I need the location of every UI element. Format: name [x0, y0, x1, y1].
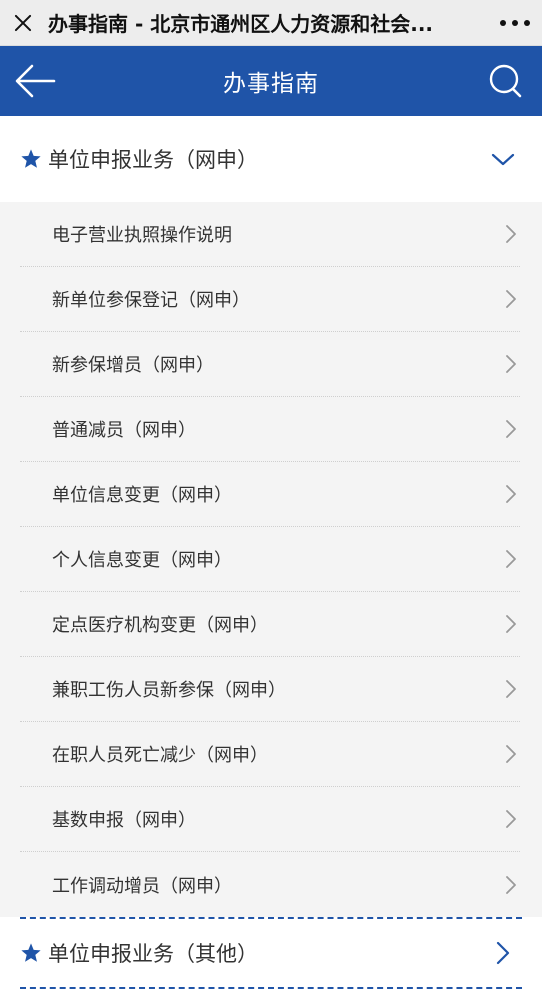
list-item-label: 在职人员死亡减少（网申）: [52, 745, 268, 766]
list-item[interactable]: 新单位参保登记（网申）: [20, 267, 520, 332]
section-header-other[interactable]: 单位申报业务（其他）: [0, 919, 542, 987]
page-header: 办事指南: [0, 46, 542, 116]
list-item[interactable]: 个人信息变更（网申）: [20, 527, 520, 592]
section-divider: [20, 987, 522, 989]
list-item[interactable]: 新参保增员（网申）: [20, 332, 520, 397]
service-list: 电子营业执照操作说明 新单位参保登记（网申） 新参保增员（网申） 普通减员（网申…: [0, 202, 542, 917]
chevron-right-icon: [506, 420, 516, 438]
list-item-label: 新单位参保登记（网申）: [52, 290, 250, 311]
list-item[interactable]: 单位信息变更（网申）: [20, 462, 520, 527]
section-title: 单位申报业务（网申）: [48, 148, 258, 172]
window-title: 办事指南 - 北京市通州区人力资源和社会...: [48, 12, 434, 36]
chevron-right-icon: [506, 875, 516, 894]
chevron-right-icon: [506, 550, 516, 568]
list-item[interactable]: 在职人员死亡减少（网申）: [20, 722, 520, 787]
list-item-label: 定点医疗机构变更（网申）: [52, 615, 268, 636]
chevron-right-icon: [506, 290, 516, 308]
chevron-down-icon[interactable]: [490, 146, 516, 172]
list-item[interactable]: 普通减员（网申）: [20, 397, 520, 462]
top-bar: 办事指南 - 北京市通州区人力资源和社会...: [0, 0, 542, 46]
list-item-label: 基数申报（网申）: [52, 810, 196, 831]
star-icon: [21, 943, 41, 962]
chevron-right-icon: [506, 485, 516, 503]
list-item-label: 单位信息变更（网申）: [52, 485, 232, 506]
section-title: 单位申报业务（其他）: [48, 942, 258, 966]
chevron-right-icon[interactable]: [490, 940, 516, 966]
list-item[interactable]: 兼职工伤人员新参保（网申）: [20, 657, 520, 722]
chevron-right-icon: [506, 810, 516, 828]
list-item-label: 新参保增员（网申）: [52, 355, 214, 376]
chevron-right-icon: [506, 355, 516, 373]
list-item-label: 工作调动增员（网申）: [52, 875, 232, 897]
page-title: 办事指南: [223, 71, 319, 97]
section-header-online[interactable]: 单位申报业务（网申）: [0, 116, 542, 202]
close-icon[interactable]: [12, 12, 34, 34]
list-item-label: 普通减员（网申）: [52, 420, 196, 441]
list-item-label: 电子营业执照操作说明: [52, 225, 232, 246]
list-item[interactable]: 定点医疗机构变更（网申）: [20, 592, 520, 657]
list-item[interactable]: 电子营业执照操作说明: [20, 202, 520, 267]
list-item[interactable]: 基数申报（网申）: [20, 787, 520, 852]
chevron-right-icon: [506, 745, 516, 763]
more-icon[interactable]: [500, 12, 530, 34]
back-arrow-icon[interactable]: [14, 63, 56, 99]
list-item[interactable]: 工作调动增员（网申）: [20, 852, 520, 917]
list-item-label: 兼职工伤人员新参保（网申）: [52, 680, 286, 701]
list-item-label: 个人信息变更（网申）: [52, 550, 232, 571]
search-icon[interactable]: [488, 63, 522, 99]
star-icon: [21, 149, 41, 168]
chevron-right-icon: [506, 680, 516, 698]
chevron-right-icon: [506, 225, 516, 243]
chevron-right-icon: [506, 615, 516, 633]
